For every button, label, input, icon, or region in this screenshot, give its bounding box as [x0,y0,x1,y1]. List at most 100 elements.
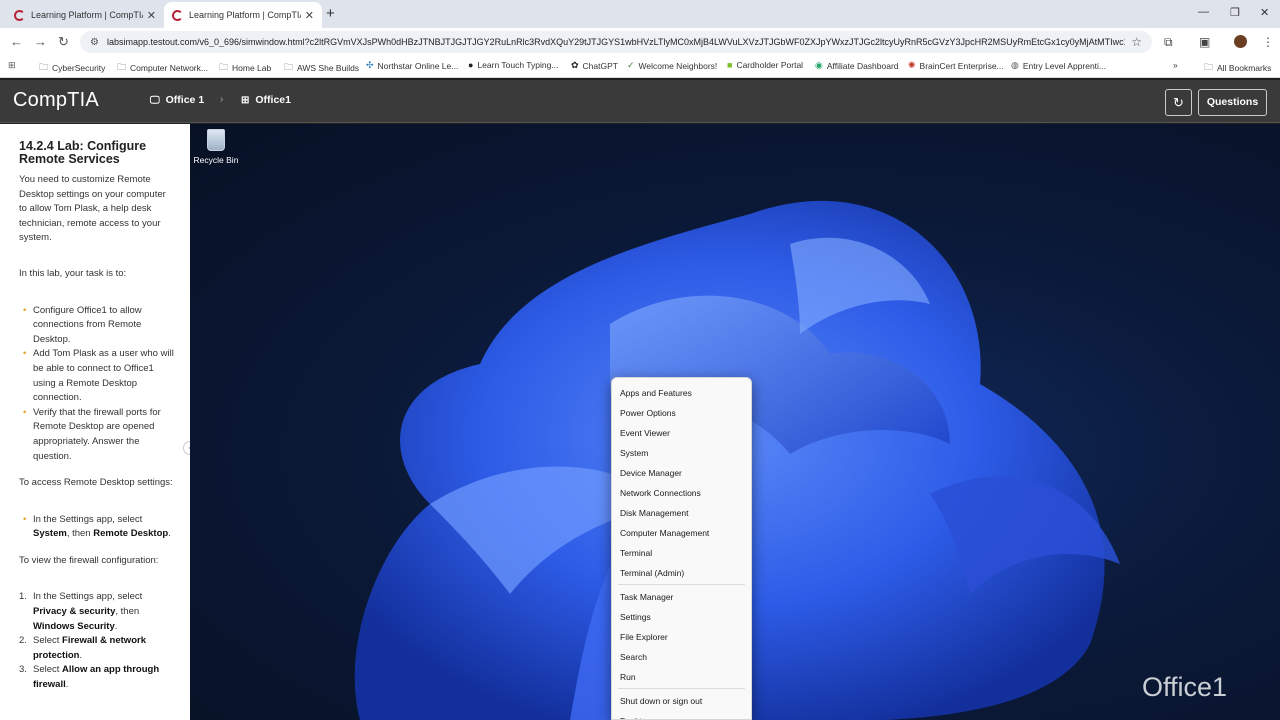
recycle-bin[interactable]: Recycle Bin [193,129,239,165]
lab-title: 14.2.4 Lab: Configure Remote Services [19,139,147,166]
questions-button[interactable]: Questions [1198,89,1267,116]
new-tab-icon[interactable]: + [326,5,335,22]
folder-icon: 🗀 [117,62,127,72]
instructions-panel: 14.2.4 Lab: Configure Remote Services Yo… [0,124,190,720]
folder-icon: 🗀 [284,62,294,72]
menu-item-computer-management[interactable]: Computer Management [612,523,751,543]
bookmark-braincert[interactable]: ✺ BrainCert Enterprise... [908,60,1004,71]
browser-tab-1[interactable]: Learning Platform | CompTIA ✕ [6,2,164,28]
menu-item-settings[interactable]: Settings [612,607,751,627]
recycle-bin-label: Recycle Bin [193,155,239,165]
menu-item-system[interactable]: System [612,443,751,463]
menu-item-network-connections[interactable]: Network Connections [612,483,751,503]
menu-item-task-manager[interactable]: Task Manager [612,587,751,607]
restore-icon[interactable]: ❐ [1230,6,1240,19]
forward-icon[interactable]: → [34,34,47,49]
list-item: Add Tom Plask as a user who will be able… [23,347,176,405]
back-icon[interactable]: ← [10,34,23,49]
close-tab-icon[interactable]: ✕ [147,9,156,22]
profile-avatar[interactable] [1234,35,1247,48]
list-item: Configure Office1 to allow connections f… [23,304,176,348]
bookmark-welcome-neighbors[interactable]: ✓ Welcome Neighbors! [627,60,717,71]
menu-item-shut-down[interactable]: Shut down or sign out [612,691,751,711]
bookmark-learn-typing[interactable]: ● Learn Touch Typing... [468,60,558,70]
bookmark-cardholder-portal[interactable]: ■ Cardholder Portal [727,60,803,70]
recycle-bin-icon [207,129,225,151]
all-bookmarks[interactable]: 🗀 All Bookmarks [1204,60,1271,76]
menu-item-apps-and-features[interactable]: Apps and Features [612,383,751,403]
task-intro: In this lab, your task is to: [19,267,127,279]
lab-intro: You need to customize Remote Desktop set… [19,174,166,244]
windows-icon: ⊞ [241,94,250,106]
braincert-icon: ✺ [908,60,916,70]
bookmark-chatgpt[interactable]: ✿ ChatGPT [571,60,618,71]
address-bar[interactable]: ⚙ labsimapp.testout.com/v6_0_696/simwind… [80,31,1152,53]
list-item: Verify that the firewall ports for Remot… [23,406,176,464]
browser-toolbar: ← → ↻ ⚙ labsimapp.testout.com/v6_0_696/s… [0,28,1280,56]
extensions-icon[interactable]: ⧉ [1164,35,1173,50]
bookmark-northstar[interactable]: ✣ Northstar Online Le... [366,60,458,71]
apps-grid-icon[interactable]: ⊞ [8,60,20,71]
chatgpt-icon: ✿ [571,60,579,70]
chevron-right-icon: › [220,94,224,105]
breadcrumb-office-1[interactable]: 🖵 Office 1 [150,94,204,106]
menu-icon[interactable]: ⋮ [1262,35,1274,49]
list-item: In the Settings app, select Privacy & se… [19,590,176,634]
bookmark-affiliate-dashboard[interactable]: ◉ Affiliate Dashboard [815,60,899,71]
site-info-icon[interactable]: ⚙ [90,37,99,48]
menu-item-terminal-admin[interactable]: Terminal (Admin) [612,563,751,583]
comptia-favicon-icon [14,9,25,21]
refresh-button[interactable]: ↻ [1165,89,1192,116]
close-window-icon[interactable]: ✕ [1260,6,1269,19]
breadcrumb-office1[interactable]: ⊞ Office1 [241,94,291,106]
bookmark-cybersecurity[interactable]: 🗀 CyberSecurity [39,60,105,76]
card-icon: ■ [727,60,733,70]
firewall-intro: To view the firewall configuration: [19,554,159,566]
tab-title: Learning Platform | CompTIA [31,10,143,20]
menu-item-desktop[interactable]: Desktop [612,711,751,719]
app-header: CompTIA 🖵 Office 1 › ⊞ Office1 ↻ Questio… [0,80,1280,123]
northstar-icon: ✣ [366,60,374,70]
task-list: Configure Office1 to allow connections f… [23,304,176,465]
menu-item-file-explorer[interactable]: File Explorer [612,627,751,647]
computer-name-watermark: Office1 [1142,672,1228,702]
close-tab-icon[interactable]: ✕ [305,9,314,22]
menu-item-power-options[interactable]: Power Options [612,403,751,423]
list-item: Select Firewall & network protection. [19,634,176,663]
folder-icon: 🗀 [39,62,49,72]
menu-separator [618,584,745,585]
bookmark-entry-level[interactable]: ◍ Entry Level Apprenti... [1011,60,1106,71]
firewall-steps: In the Settings app, select Privacy & se… [19,590,176,692]
globe-icon: ◍ [1011,60,1019,70]
comptia-favicon-icon [172,9,183,21]
bookmark-aws-she-builds[interactable]: 🗀 AWS She Builds [284,60,359,76]
browser-tabstrip: Learning Platform | CompTIA ✕ Learning P… [0,0,1280,28]
list-item: In the Settings app, select System, then… [23,513,176,542]
reload-icon[interactable]: ↻ [58,34,69,50]
bookmark-home-lab[interactable]: 🗀 Home Lab [219,60,271,76]
menu-item-device-manager[interactable]: Device Manager [612,463,751,483]
url-text: labsimapp.testout.com/v6_0_696/simwindow… [106,37,1126,47]
tab-title: Learning Platform | CompTIA [189,10,301,20]
minimize-icon[interactable]: — [1198,6,1209,18]
list-item: Select Allow an app through firewall. [19,663,176,692]
folder-icon: 🗀 [1204,62,1214,72]
menu-item-search[interactable]: Search [612,647,751,667]
refresh-icon: ↻ [1173,95,1184,110]
menu-item-terminal[interactable]: Terminal [612,543,751,563]
winx-context-menu: Apps and Features Power Options Event Vi… [611,377,752,720]
menu-item-event-viewer[interactable]: Event Viewer [612,423,751,443]
typing-icon: ● [468,60,474,70]
monitor-icon: 🖵 [150,94,160,106]
bookmarks-bar: ⊞ 🗀 CyberSecurity 🗀 Computer Network... 🗀 H… [0,56,1280,78]
menu-item-run[interactable]: Run [612,667,751,687]
sidebar-icon[interactable]: ▣ [1199,35,1210,49]
bookmarks-overflow-icon[interactable]: » [1173,60,1178,70]
menu-item-disk-management[interactable]: Disk Management [612,503,751,523]
bookmark-star-icon[interactable]: ☆ [1131,35,1142,49]
menu-separator [618,688,745,689]
comptia-logo: CompTIA [13,89,99,111]
browser-tab-2[interactable]: Learning Platform | CompTIA ✕ [164,2,322,28]
dashboard-icon: ◉ [815,60,823,70]
bookmark-computer-network[interactable]: 🗀 Computer Network... [117,60,208,76]
